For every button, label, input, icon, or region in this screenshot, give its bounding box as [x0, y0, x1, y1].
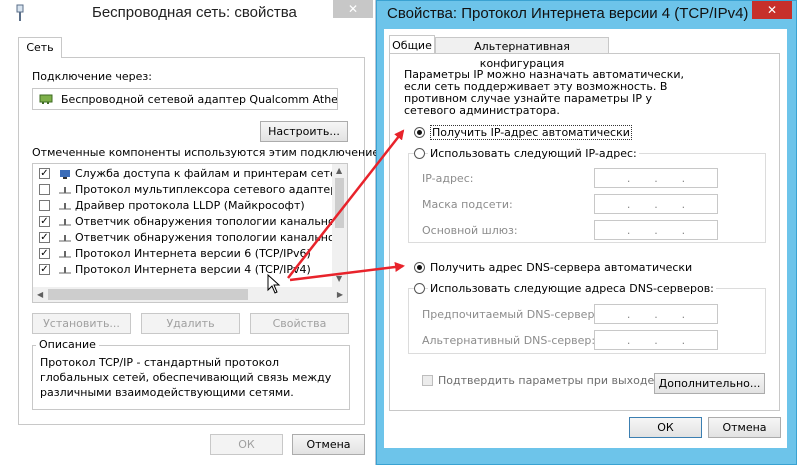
preferred-dns-field[interactable]: ...: [594, 304, 718, 324]
component-checkbox[interactable]: [39, 184, 50, 195]
ip-auto-radio[interactable]: [414, 127, 425, 138]
tab-network[interactable]: Сеть: [18, 37, 62, 58]
scroll-right-icon[interactable]: ▶: [337, 290, 343, 299]
component-row[interactable]: ✓ Ответчик обнаружения топологии канальн…: [33, 230, 347, 246]
scroll-up-icon[interactable]: ▲: [336, 166, 342, 175]
component-checkbox[interactable]: ✓: [39, 216, 50, 227]
gateway-field[interactable]: ...: [594, 220, 718, 240]
ok-button[interactable]: ОК: [629, 417, 702, 438]
dns-auto-label[interactable]: Получить адрес DNS-сервера автоматически: [430, 261, 692, 274]
close-button[interactable]: ✕: [752, 1, 792, 19]
component-label: Служба доступа к файлам и принтерам сете…: [75, 167, 347, 180]
alternate-dns-label: Альтернативный DNS-сервер:: [422, 334, 596, 347]
component-label: Ответчик обнаружения топологии канальног…: [75, 231, 348, 244]
cancel-button[interactable]: Отмена: [292, 434, 365, 455]
component-label: Протокол Интернета версии 6 (TCP/IPv6): [75, 247, 311, 260]
adapter-name: Беспроводной сетевой адаптер Qualcomm At…: [61, 93, 338, 106]
tab-general[interactable]: Общие: [389, 35, 435, 54]
properties-button[interactable]: Свойства: [250, 313, 349, 334]
connect-via-label: Подключение через:: [32, 70, 152, 83]
vertical-scrollbar[interactable]: ▲ ▼: [332, 164, 347, 288]
horizontal-scrollbar[interactable]: ◀ ▶: [33, 287, 347, 302]
component-row-selected[interactable]: ✓ Протокол Интернета версии 4 (TCP/IPv4): [33, 262, 333, 278]
component-checkbox[interactable]: [39, 200, 50, 211]
mouse-cursor-icon: [267, 274, 281, 294]
component-row[interactable]: Драйвер протокола LLDP (Майкрософт): [33, 198, 333, 214]
preferred-dns-label: Предпочитаемый DNS-сервер:: [422, 308, 599, 321]
protocol-icon: [59, 267, 71, 274]
component-row[interactable]: ✓ Служба доступа к файлам и принтерам се…: [33, 166, 347, 182]
protocol-icon: [59, 187, 71, 194]
install-button[interactable]: Установить...: [32, 313, 131, 334]
ipv4-properties-window: Свойства: Протокол Интернета версии 4 (T…: [376, 0, 797, 465]
network-card-icon: [39, 94, 53, 104]
component-checkbox[interactable]: ✓: [39, 264, 50, 275]
component-checkbox[interactable]: ✓: [39, 248, 50, 259]
ip-auto-label[interactable]: Получить IP-адрес автоматически: [430, 125, 632, 140]
confirm-on-exit-checkbox[interactable]: [422, 375, 433, 386]
scroll-thumb[interactable]: [48, 289, 248, 300]
component-row[interactable]: Протокол мультиплексора сетевого адаптер…: [33, 182, 347, 198]
dns-manual-radio[interactable]: [414, 283, 425, 294]
component-label: Драйвер протокола LLDP (Майкрософт): [75, 199, 305, 212]
cancel-button[interactable]: Отмена: [708, 417, 781, 438]
protocol-icon: [59, 235, 71, 242]
dialog-client-area: Общие Альтернативная конфигурация Параме…: [384, 29, 787, 448]
adapter-field: Беспроводной сетевой адаптер Qualcomm At…: [32, 88, 338, 110]
subnet-mask-label: Маска подсети:: [422, 198, 513, 211]
components-label: Отмеченные компоненты используются этим …: [32, 146, 392, 159]
dns-manual-label[interactable]: Использовать следующие адреса DNS-сервер…: [428, 282, 716, 295]
tab-alternate-configuration[interactable]: Альтернативная конфигурация: [435, 37, 609, 70]
service-icon: [60, 170, 70, 179]
protocol-icon: [59, 219, 71, 226]
wireless-network-properties-window: Беспроводная сеть: свойства ✕ Сеть Подкл…: [0, 0, 391, 465]
gateway-label: Основной шлюз:: [422, 224, 518, 237]
ok-button[interactable]: ОК: [210, 434, 283, 455]
component-label: Ответчик обнаружения топологии канальног…: [75, 215, 348, 228]
protocol-icon: [59, 203, 71, 210]
components-list[interactable]: ✓ Служба доступа к файлам и принтерам се…: [32, 163, 348, 303]
alternate-dns-field[interactable]: ...: [594, 330, 718, 350]
component-checkbox[interactable]: ✓: [39, 232, 50, 243]
intro-text: Параметры IP можно назначать автоматичес…: [404, 68, 685, 117]
ip-address-field[interactable]: ...: [594, 168, 718, 188]
window-title: Беспроводная сеть: свойства: [92, 4, 297, 21]
component-row[interactable]: ✓ Протокол Интернета версии 6 (TCP/IPv6): [33, 246, 333, 262]
component-checkbox[interactable]: ✓: [39, 168, 50, 179]
window-title: Свойства: Протокол Интернета версии 4 (T…: [387, 5, 749, 22]
title-bar[interactable]: Беспроводная сеть: свойства ✕: [0, 0, 375, 28]
ip-address-label: IP-адрес:: [422, 172, 474, 185]
dns-auto-radio[interactable]: [414, 262, 425, 273]
scroll-down-icon[interactable]: ▼: [336, 274, 342, 283]
component-label: Протокол мультиплексора сетевого адаптер…: [75, 183, 348, 196]
component-row[interactable]: ✓ Ответчик обнаружения топологии канальн…: [33, 214, 347, 230]
scroll-thumb[interactable]: [335, 178, 344, 228]
description-legend: Описание: [36, 338, 99, 351]
close-button[interactable]: ✕: [333, 0, 373, 18]
configure-button[interactable]: Настроить...: [260, 121, 348, 142]
advanced-button[interactable]: Дополнительно...: [654, 373, 765, 394]
ip-manual-radio[interactable]: [414, 148, 425, 159]
remove-button[interactable]: Удалить: [141, 313, 240, 334]
protocol-icon: [59, 251, 71, 258]
subnet-mask-field[interactable]: ...: [594, 194, 718, 214]
scroll-left-icon[interactable]: ◀: [37, 290, 43, 299]
confirm-on-exit-label: Подтвердить параметры при выходе: [438, 374, 655, 387]
ip-manual-label[interactable]: Использовать следующий IP-адрес:: [428, 147, 639, 160]
description-text: Протокол TCP/IP - стандартный протокол г…: [40, 356, 332, 399]
network-adapter-icon: [16, 4, 24, 21]
